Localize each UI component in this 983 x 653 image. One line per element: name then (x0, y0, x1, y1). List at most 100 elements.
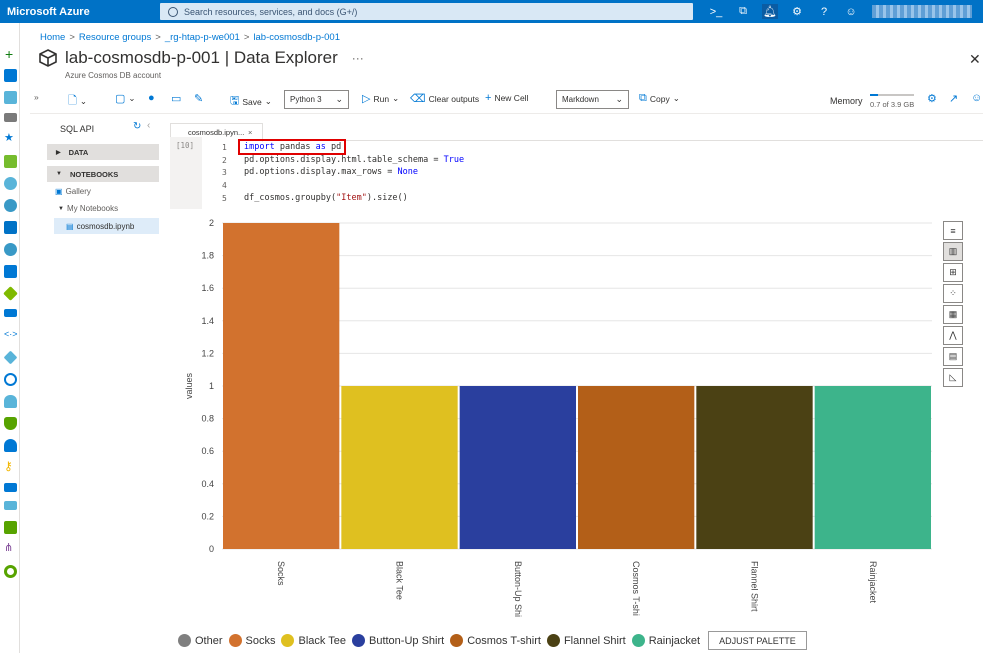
github-button[interactable]: ● (148, 92, 155, 104)
legend-item-rainjacket[interactable]: Rainjacket (631, 634, 700, 647)
legend-item-flannel-shirt[interactable]: Flannel Shirt (546, 634, 626, 647)
section-data[interactable]: ▶ DATA (47, 144, 159, 160)
code-text: ).size() (366, 193, 408, 203)
code-string: "Item" (336, 193, 367, 203)
line-chart-icon[interactable]: ⋀ (943, 326, 963, 345)
help-support-icon[interactable] (4, 483, 17, 492)
directory-filter-icon[interactable]: ⧉ (735, 4, 751, 19)
legend-item-black-tee[interactable]: Black Tee (281, 634, 346, 647)
new-item-button[interactable]: 🗋︎ ⌄ (68, 92, 87, 111)
legend-item-button-up-shirt[interactable]: Button-Up Shirt (351, 634, 444, 647)
close-blade-button[interactable]: ✕ (969, 51, 981, 68)
open-button[interactable]: ▢ ⌄ (115, 92, 136, 105)
collapse-triangle-icon: ▼ (58, 205, 64, 212)
database-view-icon[interactable]: ≡ (943, 221, 963, 240)
close-tab-icon[interactable]: × (248, 128, 252, 137)
virtual-machines-icon[interactable] (4, 265, 17, 278)
notifications-icon[interactable]: 🔔︎ (762, 4, 778, 19)
page-header: lab-cosmosdb-p-001 | Data Explorer ··· (38, 48, 364, 68)
marketplace-icon[interactable] (4, 521, 17, 534)
feedback-button[interactable]: ☺ (971, 92, 982, 104)
adjust-palette-button[interactable]: ADJUST PALETTE (708, 631, 807, 650)
monitor-icon[interactable] (4, 373, 17, 386)
kernel-select[interactable]: Python 3 ⌄ (284, 90, 349, 109)
sql-database-icon[interactable] (4, 221, 17, 234)
x-tick-label: Rainjacket (868, 561, 878, 604)
run-button[interactable]: ▷ Run ⌄ (362, 92, 399, 105)
subscriptions-icon[interactable] (4, 501, 17, 510)
settings-icon[interactable]: ⚙ (789, 4, 805, 19)
virtual-networks-icon[interactable]: <·> (4, 329, 18, 342)
settings-brush-button[interactable]: ✎ (194, 92, 203, 105)
code-text: df_cosmos.groupby( (244, 193, 337, 203)
legend-item-other[interactable]: Other (178, 634, 223, 647)
more-options-button[interactable]: ··· (352, 51, 364, 65)
help-icon[interactable]: ? (816, 4, 832, 19)
highlight-annotation-box (238, 139, 346, 155)
tab-label: cosmosdb.ipyn... (188, 128, 245, 137)
global-search-input[interactable]: Search resources, services, and docs (G+… (160, 3, 693, 20)
box-plot-icon[interactable]: ⊞ (943, 263, 963, 282)
section-data-label: DATA (68, 147, 89, 157)
notebook-file-label: cosmosdb.ipynb (76, 221, 135, 231)
open-notebook-icon: ▢ (115, 93, 126, 105)
y-tick-label: 0.4 (201, 479, 214, 489)
load-balancers-icon[interactable] (3, 286, 18, 301)
run-label: Run (373, 93, 390, 104)
save-button[interactable]: 🖫︎ Save ⌄ (230, 92, 272, 111)
cost-management-icon[interactable] (4, 439, 17, 452)
stacked-bar-icon[interactable]: ▤ (943, 347, 963, 366)
security-center-icon[interactable] (4, 417, 17, 430)
breadcrumb-account[interactable]: lab-cosmosdb-p-001 (253, 32, 340, 43)
all-services-icon[interactable] (4, 113, 17, 122)
section-notebooks[interactable]: ▼ NOTEBOOKS (47, 166, 159, 182)
all-resources-icon[interactable] (4, 155, 17, 168)
chart-type-toolbar: ≡ ▥ ⊞ ⁘ ▦ ⋀ ▤ ◺ (943, 221, 963, 389)
notebook-file-item[interactable]: ▤ cosmosdb.ipynb (54, 218, 159, 234)
create-resource-icon[interactable]: + (5, 47, 18, 62)
account-info[interactable] (872, 5, 972, 18)
cloud-shell-icon[interactable]: >_ (708, 4, 724, 19)
key-icon[interactable]: ⚷ (4, 460, 17, 474)
terminal-button[interactable]: ▭ (171, 92, 181, 105)
open-full-screen-button[interactable]: ↗ (949, 92, 958, 105)
favorites-star-icon[interactable]: ★ (4, 133, 17, 146)
new-cell-button[interactable]: + New Cell (485, 92, 528, 104)
storage-accounts-icon[interactable] (4, 309, 17, 317)
feedback-icon[interactable]: ☺ (843, 4, 859, 19)
brand-label[interactable]: Microsoft Azure (0, 6, 160, 18)
gallery-item[interactable]: ▣ Gallery (55, 187, 91, 196)
x-tick-label: Black Tee (395, 561, 405, 600)
clear-outputs-button[interactable]: ⌫ Clear outputs (410, 92, 479, 105)
copy-button[interactable]: ⧉ Copy ⌄ (639, 92, 680, 105)
bar-chart-icon[interactable]: ▥ (943, 242, 963, 261)
resource-graph-icon[interactable]: ⋔ (4, 543, 17, 556)
app-services-icon[interactable] (4, 199, 17, 212)
legend-swatch (546, 634, 560, 647)
refresh-icon[interactable]: ↻ (133, 121, 141, 132)
cosmos-db-icon[interactable] (4, 243, 17, 256)
scatter-plot-icon[interactable]: ⁘ (943, 284, 963, 303)
code-line-5: df_cosmos.groupby("Item").size() (244, 193, 408, 203)
settings-button[interactable]: ⚙ (927, 92, 937, 105)
api-label: SQL API (60, 124, 95, 134)
azure-top-bar: Microsoft Azure Search resources, servic… (0, 0, 983, 23)
cell-type-select[interactable]: Markdown ⌄ (556, 90, 629, 109)
quickstart-icon[interactable] (4, 565, 17, 578)
active-directory-icon[interactable] (3, 350, 18, 365)
advisor-icon[interactable] (4, 395, 17, 408)
breadcrumb-home[interactable]: Home (40, 32, 65, 43)
legend-item-cosmos-tshirt[interactable]: Cosmos T-shirt (450, 634, 541, 647)
breadcrumb-resource-groups[interactable]: Resource groups (79, 32, 151, 43)
my-notebooks-item[interactable]: ▼ My Notebooks (58, 204, 118, 213)
resource-groups-icon[interactable] (4, 177, 17, 190)
collapse-icon[interactable]: ‹ (147, 120, 150, 131)
area-chart-icon[interactable]: ◺ (943, 368, 963, 387)
grouped-chart-icon[interactable]: ▦ (943, 305, 963, 324)
home-icon[interactable] (4, 69, 17, 82)
breadcrumb-resource-group[interactable]: _rg-htap-p-we001 (165, 32, 240, 43)
expand-menu-icon[interactable]: » (34, 92, 39, 102)
dashboard-icon[interactable] (4, 91, 17, 104)
expand-triangle-icon: ▶ (56, 149, 61, 156)
legend-item-socks[interactable]: Socks (228, 634, 275, 647)
